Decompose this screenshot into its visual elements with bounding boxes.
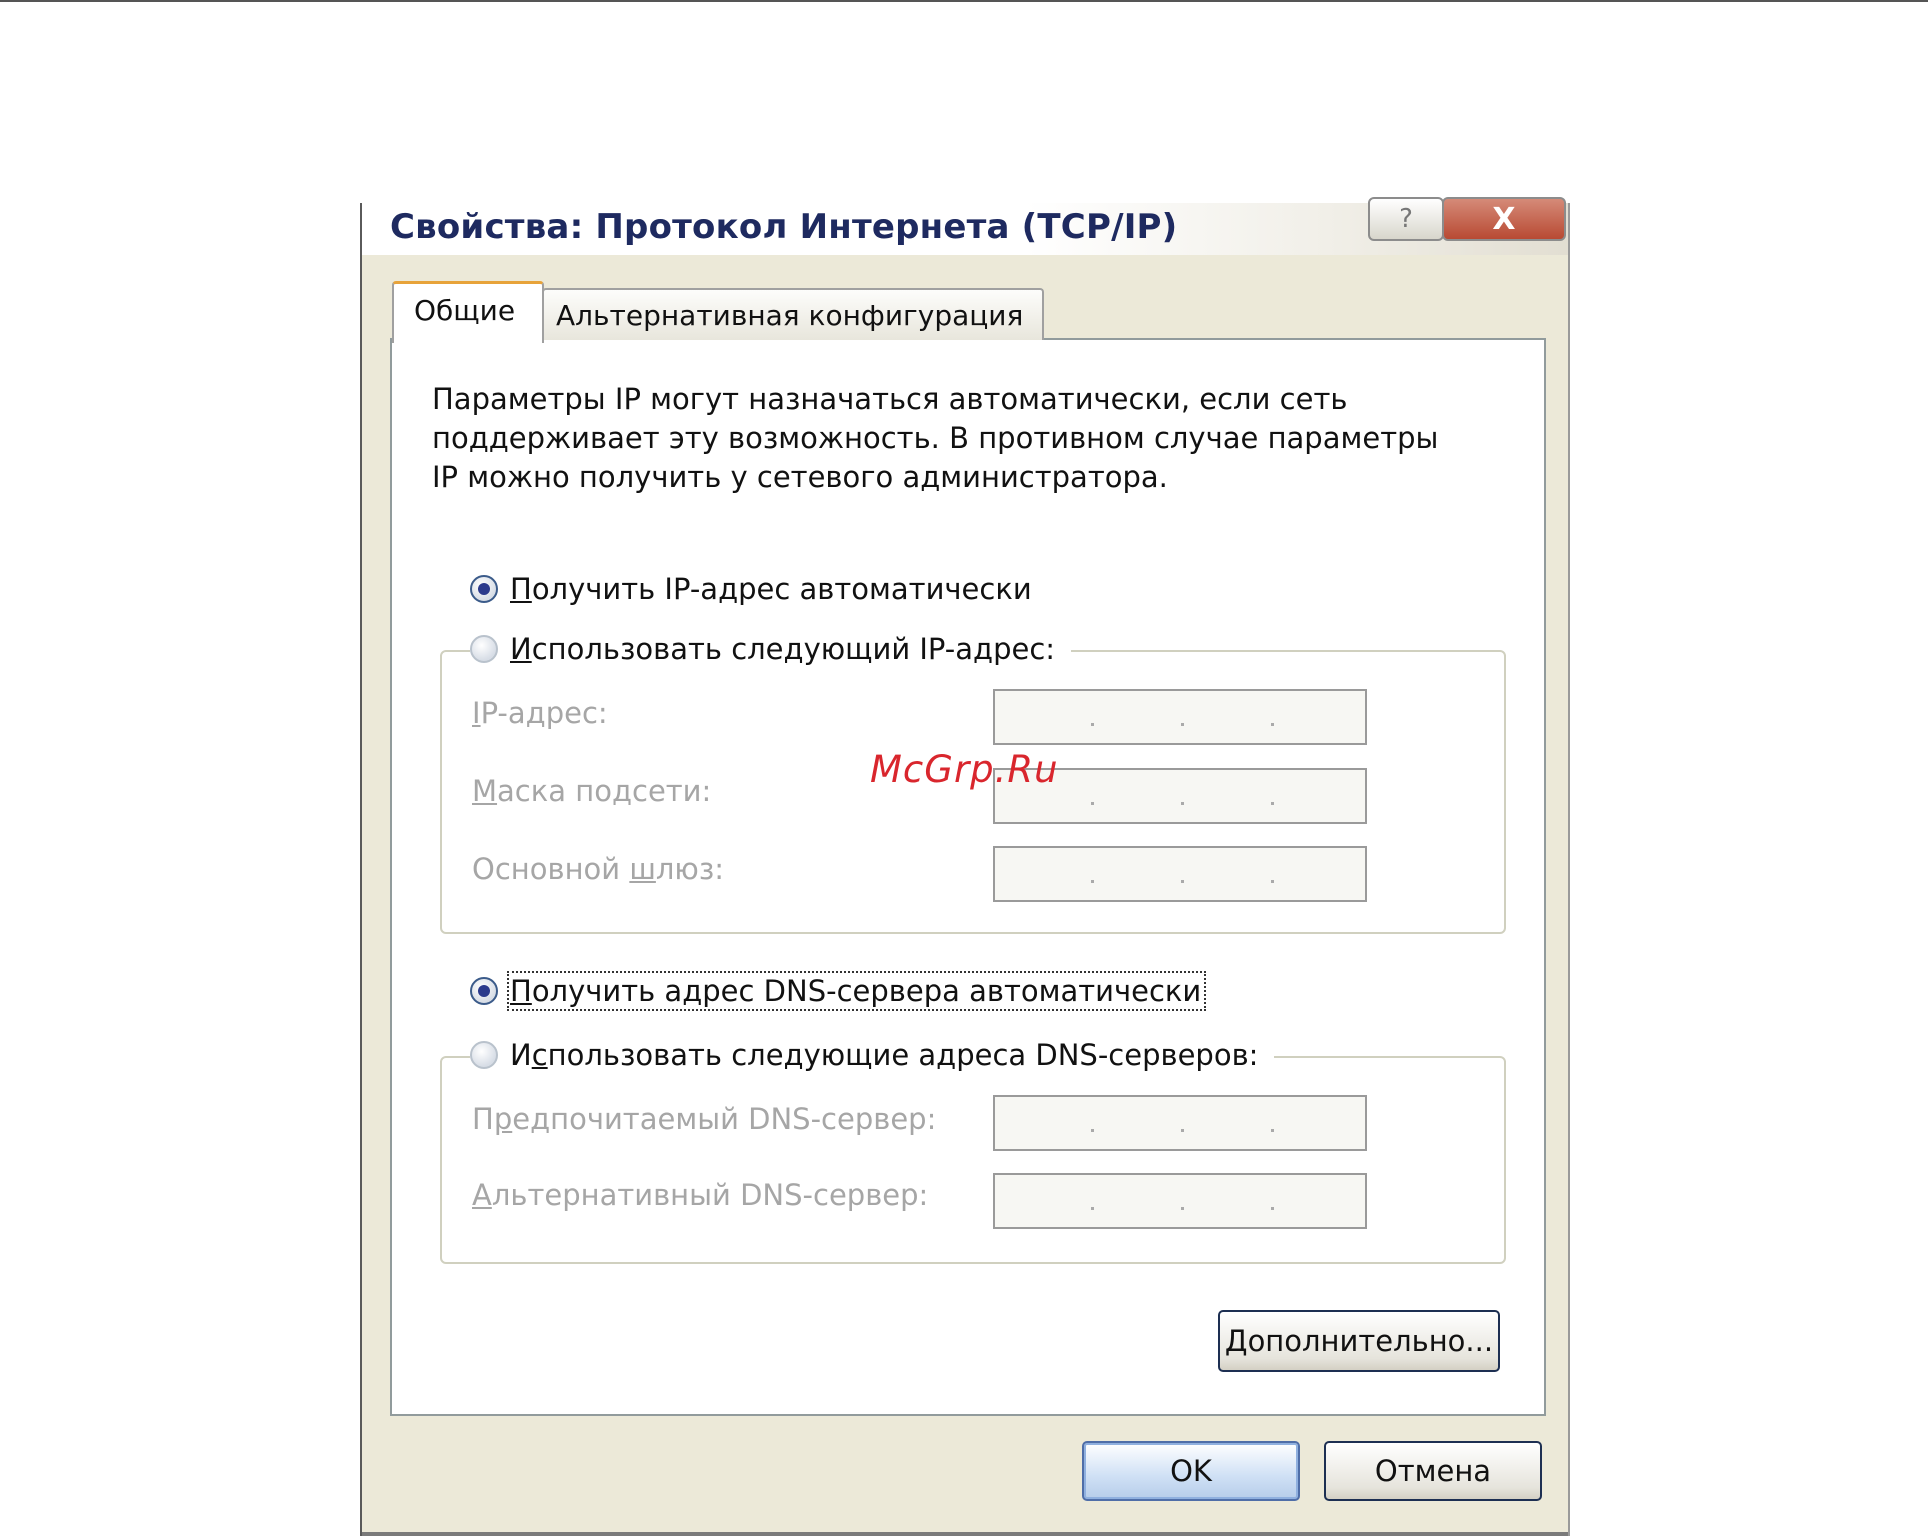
dns-settings-group bbox=[440, 1056, 1506, 1264]
radio-dns-auto-label[interactable]: Получить адрес DNS-сервера автоматически bbox=[506, 971, 1207, 1011]
ok-button[interactable]: OK bbox=[1082, 1441, 1300, 1501]
radio-dns-manual[interactable]: Использовать следующие адреса DNS-сервер… bbox=[470, 1038, 1275, 1072]
radio-dns-auto-circle[interactable] bbox=[470, 977, 498, 1005]
alternate-dns-field[interactable] bbox=[993, 1173, 1367, 1229]
subnet-mask-label: Маска подсети: bbox=[472, 774, 712, 808]
close-icon: X bbox=[1492, 201, 1516, 237]
ip-address-label: IP-адрес: bbox=[472, 696, 608, 730]
dialog-bottom-edge bbox=[362, 1532, 1568, 1536]
ip-address-field[interactable] bbox=[993, 689, 1367, 745]
tcpip-properties-dialog: Свойства: Протокол Интернета (TCP/IP) ? … bbox=[360, 197, 1570, 1536]
help-icon: ? bbox=[1399, 204, 1413, 234]
tab-general[interactable]: Общие bbox=[392, 281, 544, 343]
radio-dns-auto[interactable]: Получить адрес DNS-сервера автоматически bbox=[470, 971, 1207, 1011]
default-gateway-field[interactable] bbox=[993, 846, 1367, 902]
close-button[interactable]: X bbox=[1442, 197, 1566, 241]
radio-ip-auto-label[interactable]: Получить IP-адрес автоматически bbox=[510, 572, 1032, 606]
tab-alternate-config[interactable]: Альтернативная конфигурация bbox=[542, 288, 1044, 340]
description-text: Параметры IP могут назначаться автоматич… bbox=[432, 380, 1532, 497]
cancel-button[interactable]: Отмена bbox=[1324, 1441, 1542, 1501]
radio-ip-manual-label[interactable]: Использовать следующий IP-адрес: bbox=[510, 632, 1055, 666]
default-gateway-label: Основной шлюз: bbox=[472, 852, 725, 886]
radio-dns-manual-label[interactable]: Использовать следующие адреса DNS-сервер… bbox=[510, 1038, 1258, 1072]
dialog-title: Свойства: Протокол Интернета (TCP/IP) bbox=[390, 207, 1178, 247]
title-bar[interactable]: Свойства: Протокол Интернета (TCP/IP) ? … bbox=[362, 197, 1568, 255]
preferred-dns-label: Предпочитаемый DNS-сервер: bbox=[472, 1102, 937, 1136]
alternate-dns-label: Альтернативный DNS-сервер: bbox=[472, 1178, 929, 1212]
preferred-dns-field[interactable] bbox=[993, 1095, 1367, 1151]
watermark: McGrp.Ru bbox=[870, 748, 1059, 791]
radio-ip-manual[interactable]: Использовать следующий IP-адрес: bbox=[470, 632, 1072, 666]
radio-dns-manual-circle[interactable] bbox=[470, 1041, 498, 1069]
page-top-rule bbox=[0, 0, 1928, 2]
description-line: поддерживает эту возможность. В противно… bbox=[432, 421, 1439, 455]
description-line: IP можно получить у сетевого администрат… bbox=[432, 460, 1168, 494]
radio-ip-auto-circle[interactable] bbox=[470, 575, 498, 603]
tab-panel-general: Параметры IP могут назначаться автоматич… bbox=[390, 338, 1546, 1416]
radio-ip-manual-circle[interactable] bbox=[470, 635, 498, 663]
description-line: Параметры IP могут назначаться автоматич… bbox=[432, 382, 1348, 416]
radio-ip-auto[interactable]: Получить IP-адрес автоматически bbox=[470, 572, 1032, 606]
help-button[interactable]: ? bbox=[1368, 197, 1444, 241]
advanced-button[interactable]: Дополнительно... bbox=[1218, 1310, 1500, 1372]
